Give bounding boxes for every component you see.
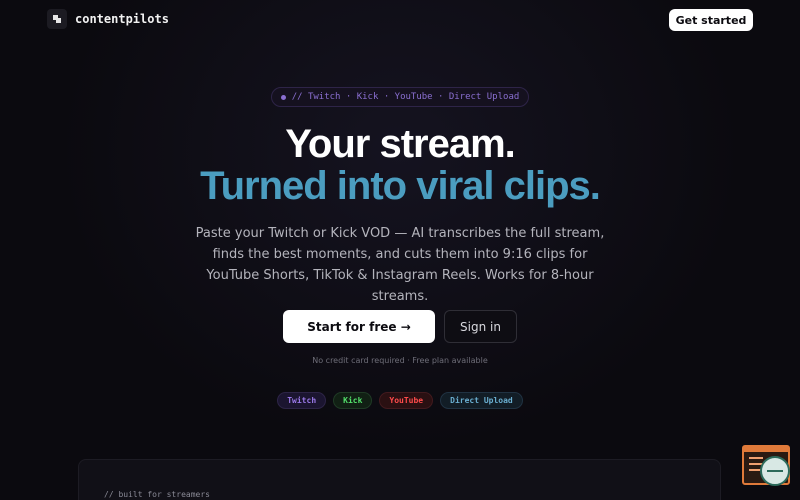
- widget-badge-icon[interactable]: [760, 456, 790, 486]
- tag-kick: Kick: [333, 392, 373, 409]
- tag-twitch: Twitch: [277, 392, 327, 409]
- headline-line-1: Your stream.: [285, 122, 516, 166]
- status-dot-icon: [280, 94, 286, 100]
- logo-icon: [47, 9, 67, 29]
- brand-logo[interactable]: contentpilots: [47, 9, 169, 29]
- headline-line-2: Turned into viral clips.: [200, 164, 601, 208]
- tag-youtube: YouTube: [379, 392, 434, 409]
- brand-name: contentpilots: [75, 12, 169, 26]
- fine-print: No credit card required · Free plan avai…: [312, 356, 488, 365]
- get-started-button[interactable]: Get started: [669, 9, 753, 31]
- tag-direct-upload: Direct Upload: [440, 392, 523, 409]
- platform-pill: // Twitch · Kick · YouTube · Direct Uplo…: [271, 87, 529, 107]
- start-for-free-button[interactable]: Start for free →: [283, 310, 435, 343]
- widget-titlebar: [744, 447, 788, 452]
- sign-in-button[interactable]: Sign in: [444, 310, 517, 343]
- platform-tags: Twitch Kick YouTube Direct Upload: [0, 392, 800, 409]
- section-caption: // built for streamers: [104, 490, 210, 499]
- platform-pill-text: // Twitch · Kick · YouTube · Direct Uplo…: [291, 92, 520, 102]
- hero-subtitle: Paste your Twitch or Kick VOD — AI trans…: [195, 226, 605, 304]
- minus-icon: [767, 470, 783, 472]
